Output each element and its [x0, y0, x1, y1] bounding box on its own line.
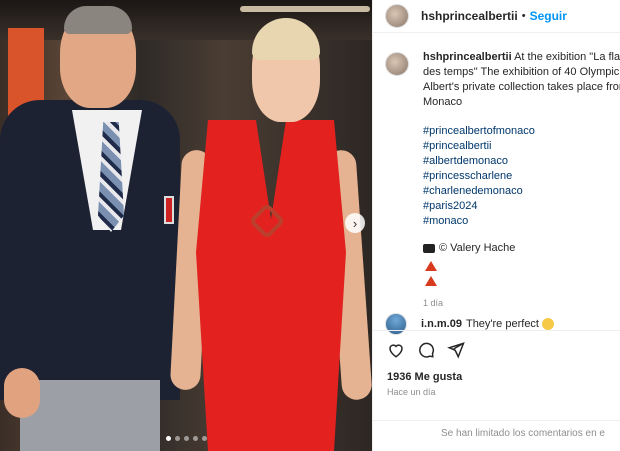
camera-icon — [423, 243, 435, 253]
caption-area: hshprincealbertii At the exibition "La f… — [373, 40, 620, 310]
hashtag-link[interactable]: #princesscharlene — [423, 169, 620, 184]
man-pocket-badge — [164, 196, 174, 224]
caption-time: 1 día — [423, 298, 444, 308]
carousel-dots — [166, 436, 207, 441]
smiley-emoji-icon — [542, 318, 554, 330]
comment-icon[interactable] — [417, 341, 435, 359]
hashtag-link[interactable]: #princealbertii — [423, 139, 620, 154]
post-actions-section: 1936 Me gusta Hace un día — [373, 330, 620, 397]
caption-text: hshprincealbertii At the exibition "La f… — [423, 50, 620, 310]
carousel-dot — [193, 436, 198, 441]
hashtag-link[interactable]: #monaco — [423, 214, 620, 229]
man-trousers — [20, 380, 160, 451]
hashtag-link[interactable]: #princealbertofmonaco — [423, 124, 620, 139]
post-timestamp[interactable]: Hace un día — [387, 387, 609, 397]
chevron-right-icon: › — [352, 215, 358, 231]
photo-ceiling-light — [240, 6, 370, 12]
share-icon[interactable] — [447, 341, 465, 359]
carousel-dot — [184, 436, 189, 441]
next-photo-button[interactable]: › — [345, 213, 365, 233]
follow-button[interactable]: Seguir — [530, 9, 567, 23]
caption-line2: des temps" The exhibition of 40 Olympic — [423, 66, 620, 78]
hashtag-link[interactable]: #albertdemonaco — [423, 154, 620, 169]
man-hair — [64, 6, 132, 34]
caption-line: hshprincealbertii At the exibition "La f… — [423, 50, 620, 65]
heart-icon[interactable] — [387, 341, 405, 359]
comment-text: They're perfect — [465, 318, 539, 330]
caption-row: hshprincealbertii At the exibition "La f… — [385, 50, 620, 310]
credit-text: © Valery Hache — [439, 242, 516, 254]
post-header: hshprincealbertii • Seguir — [373, 0, 620, 33]
author-avatar[interactable] — [385, 4, 409, 28]
caption-line1: At the exibition "La flam — [514, 51, 620, 63]
hashtag-link[interactable]: #paris2024 — [423, 199, 620, 214]
caption-line3: Albert's private collection takes place … — [423, 81, 620, 93]
caption-author-avatar[interactable] — [385, 52, 409, 76]
red-triangle-icon — [425, 276, 437, 286]
carousel-dot — [175, 436, 180, 441]
author-username[interactable]: hshprincealbertii — [421, 9, 518, 23]
red-triangle-icon — [425, 261, 437, 271]
caption-line4: Monaco — [423, 96, 463, 108]
carousel-dot — [166, 436, 171, 441]
header-separator: • — [521, 10, 526, 22]
action-icons — [387, 339, 609, 361]
hashtag-link[interactable]: #charlenedemonaco — [423, 184, 620, 199]
instagram-post: › hshprincealbertii • Seguir hshprinceal… — [0, 0, 620, 451]
commenter-username[interactable]: i.n.m.09 — [421, 318, 462, 330]
like-count[interactable]: 1936 Me gusta — [387, 371, 609, 383]
man-hand — [4, 368, 40, 418]
photo-credit: © Valery Hache — [423, 241, 620, 256]
post-side-panel: hshprincealbertii • Seguir hshprincealbe… — [372, 0, 620, 451]
post-photo[interactable]: › — [0, 0, 372, 451]
carousel-dot — [202, 436, 207, 441]
hashtag-list: #princealbertofmonaco #princealbertii #a… — [423, 124, 620, 229]
caption-username[interactable]: hshprincealbertii — [423, 51, 512, 63]
comments-limited-notice: Se han limitado los comentarios en e — [373, 420, 620, 451]
